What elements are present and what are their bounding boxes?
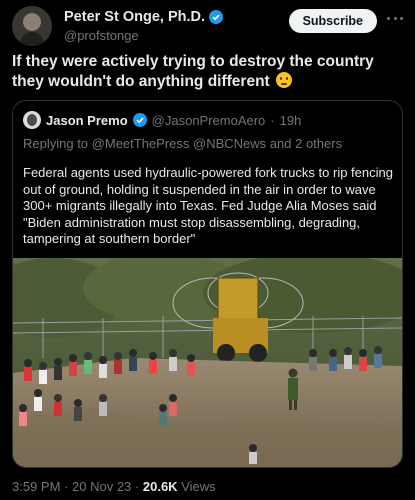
time-separator: · [270, 112, 275, 128]
author-avatar[interactable] [12, 6, 52, 46]
quoted-author-name[interactable]: Jason Premo [46, 113, 128, 128]
author-name[interactable]: Peter St Onge, Ph.D. [64, 9, 205, 25]
tweet-footer: 3:59 PM · 20 Nov 23 · 20.6K Views [12, 479, 216, 494]
author-handle[interactable]: @profstonge [64, 28, 139, 43]
quoted-tweet-time: 19h [279, 112, 302, 128]
views-label: Views [181, 479, 216, 494]
verified-badge-icon [209, 10, 223, 24]
views-separator: · [134, 479, 140, 494]
tweet-text: If they were actively trying to destroy … [12, 52, 407, 92]
quoted-tweet-header: Jason Premo @JasonPremoAero · 19h [23, 111, 301, 129]
tweet-body: If they were actively trying to destroy … [12, 53, 374, 90]
post-date[interactable]: 20 Nov 23 [72, 479, 131, 494]
tweet-header: Peter St Onge, Ph.D. @profstonge Subscri… [12, 6, 403, 46]
replying-to: Replying to @MeetThePress @NBCNews and 2… [23, 136, 342, 151]
replying-to-prefix: Replying to [23, 136, 89, 151]
footer-separator: · [64, 479, 69, 494]
quoted-tweet-text: Federal agents used hydraulic-powered fo… [23, 165, 393, 246]
post-time[interactable]: 3:59 PM [12, 479, 60, 494]
views-count: 20.6K [142, 479, 178, 494]
quoted-author-handle[interactable]: @JasonPremoAero [152, 113, 266, 128]
quoted-author-avatar[interactable] [23, 111, 41, 129]
subscribe-button[interactable]: Subscribe [288, 9, 377, 33]
verified-badge-icon [132, 113, 147, 127]
replying-to-suffix: and 2 others [269, 136, 343, 151]
border-fence-photo[interactable] [13, 258, 402, 467]
thinking-face-emoji-icon [276, 72, 293, 88]
quoted-tweet[interactable]: Jason Premo @JasonPremoAero · 19h Replyi… [12, 100, 403, 468]
more-options-icon[interactable] [387, 12, 403, 24]
replying-to-mentions[interactable]: @MeetThePress @NBCNews [92, 136, 267, 151]
author-name-row: Peter St Onge, Ph.D. [64, 9, 223, 25]
